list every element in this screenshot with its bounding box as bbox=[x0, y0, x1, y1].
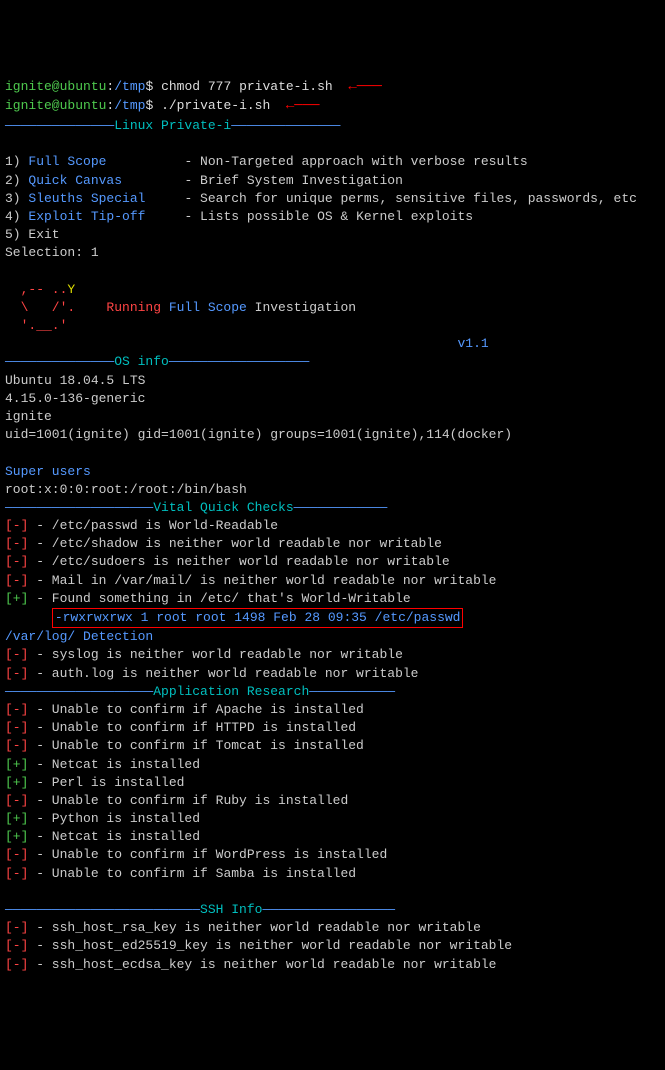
menu-full-scope: Full Scope bbox=[28, 154, 106, 169]
app-title: Linux Private-i bbox=[114, 118, 231, 133]
version: v1.1 bbox=[5, 336, 489, 351]
check-fail-tag: [-] bbox=[5, 536, 28, 551]
check-fail-tag: [-] bbox=[5, 920, 28, 935]
check-fail-tag: [-] bbox=[5, 554, 28, 569]
root-entry: root:x:0:0:root:/root:/bin/bash bbox=[5, 482, 247, 497]
check-pass-tag: [+] bbox=[5, 811, 28, 826]
arrow-icon: ←─── bbox=[286, 97, 320, 117]
check-fail-tag: [-] bbox=[5, 702, 28, 717]
arrow-icon: ←─── bbox=[348, 78, 382, 98]
check-fail-tag: [-] bbox=[5, 793, 28, 808]
uid-info: uid=1001(ignite) gid=1001(ignite) groups… bbox=[5, 427, 512, 442]
super-users-header: Super users bbox=[5, 464, 91, 479]
check-fail-tag: [-] bbox=[5, 738, 28, 753]
os-name: Ubuntu 18.04.5 LTS bbox=[5, 373, 145, 388]
check-pass-tag: [+] bbox=[5, 757, 28, 772]
os-info-header: OS info bbox=[114, 354, 169, 369]
prompt-user: ignite@ubuntu bbox=[5, 98, 106, 113]
check-fail-tag: [-] bbox=[5, 573, 28, 588]
check-fail-tag: [-] bbox=[5, 866, 28, 881]
selection-line: Selection: 1 bbox=[5, 245, 99, 260]
command-chmod: chmod 777 private-i.sh bbox=[161, 79, 333, 94]
menu-sleuths: Sleuths Special bbox=[28, 191, 145, 206]
menu-exit: 5) Exit bbox=[5, 227, 60, 242]
highlighted-finding: -rwxrwxrwx 1 root root 1498 Feb 28 09:35… bbox=[52, 608, 464, 628]
check-pass-tag: [+] bbox=[5, 591, 28, 606]
kernel-version: 4.15.0-136-generic bbox=[5, 391, 145, 406]
username: ignite bbox=[5, 409, 52, 424]
check-fail-tag: [-] bbox=[5, 938, 28, 953]
prompt-path: /tmp bbox=[114, 98, 145, 113]
vital-checks-header: Vital Quick Checks bbox=[153, 500, 293, 515]
app-research-header: Application Research bbox=[153, 684, 309, 699]
check-pass-tag: [+] bbox=[5, 775, 28, 790]
command-run: ./private-i.sh bbox=[161, 98, 270, 113]
check-fail-tag: [-] bbox=[5, 957, 28, 972]
check-fail-tag: [-] bbox=[5, 518, 28, 533]
ssh-info-header: SSH Info bbox=[200, 902, 262, 917]
terminal-output: ignite@ubuntu:/tmp$ chmod 777 private-i.… bbox=[5, 78, 660, 974]
check-fail-tag: [-] bbox=[5, 847, 28, 862]
varlog-header: /var/log/ Detection bbox=[5, 629, 153, 644]
check-fail-tag: [-] bbox=[5, 666, 28, 681]
menu-exploit: Exploit Tip-off bbox=[28, 209, 145, 224]
check-fail-tag: [-] bbox=[5, 647, 28, 662]
menu-quick-canvas: Quick Canvas bbox=[28, 173, 122, 188]
prompt-user: ignite@ubuntu bbox=[5, 79, 106, 94]
check-fail-tag: [-] bbox=[5, 720, 28, 735]
prompt-path: /tmp bbox=[114, 79, 145, 94]
check-pass-tag: [+] bbox=[5, 829, 28, 844]
